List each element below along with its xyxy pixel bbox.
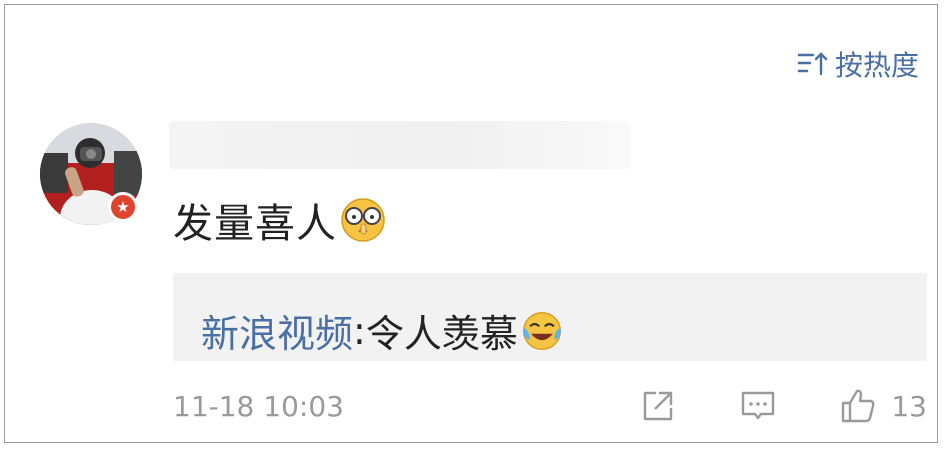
thumbs-up-icon: [842, 389, 875, 423]
reply-username[interactable]: 新浪视频: [201, 303, 353, 358]
star-badge-icon: ★: [108, 192, 138, 222]
reply-line: 新浪视频 : 令人羡慕: [201, 303, 564, 358]
comment-icon: [742, 391, 775, 420]
like-button[interactable]: 13: [839, 387, 927, 425]
laugh-cry-emoji: [522, 311, 561, 350]
action-bar: 13: [639, 387, 927, 425]
nose-pick-glasses-emoji: [341, 198, 385, 242]
comment-text: 发量喜人: [173, 191, 387, 249]
comment-body: 发量喜人: [173, 201, 337, 247]
reply-text: 令人羡慕: [365, 312, 518, 356]
share-icon: [644, 391, 673, 421]
sort-icon: [797, 52, 828, 76]
like-count: 13: [891, 389, 927, 423]
reply-box[interactable]: 新浪视频 : 令人羡慕: [173, 273, 927, 361]
comment-button[interactable]: [739, 387, 777, 425]
reply-separator: :: [353, 308, 366, 353]
blurred-username[interactable]: [169, 121, 631, 169]
share-button[interactable]: [639, 387, 677, 425]
timestamp: 11-18 10:03: [173, 390, 344, 423]
sort-label: 按热度: [834, 49, 919, 82]
comment-card: 按热度 ★ 发量喜人 新浪视频: 令人羡慕 11-18 10:03 13: [4, 4, 938, 443]
sort-by-hot-button[interactable]: 按热度: [797, 44, 919, 84]
